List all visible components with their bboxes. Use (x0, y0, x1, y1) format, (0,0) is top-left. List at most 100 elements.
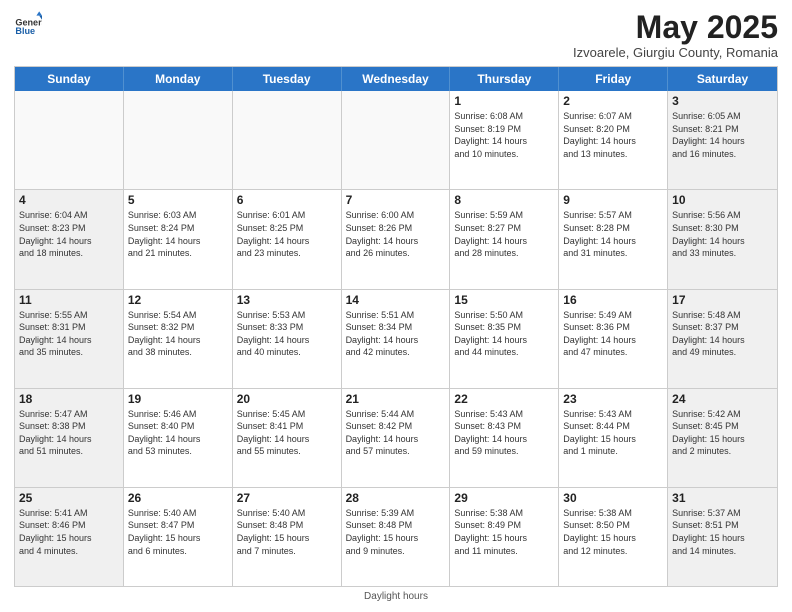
day-info: Sunrise: 5:38 AM Sunset: 8:49 PM Dayligh… (454, 507, 554, 557)
calendar-cell: 17 Sunrise: 5:48 AM Sunset: 8:37 PM Dayli… (668, 290, 777, 388)
footer-note: Daylight hours (14, 591, 778, 602)
day-info: Sunrise: 5:46 AM Sunset: 8:40 PM Dayligh… (128, 408, 228, 458)
day-info: Sunrise: 5:44 AM Sunset: 8:42 PM Dayligh… (346, 408, 446, 458)
day-number: 21 (346, 392, 446, 406)
day-info: Sunrise: 5:47 AM Sunset: 8:38 PM Dayligh… (19, 408, 119, 458)
day-info: Sunrise: 5:43 AM Sunset: 8:43 PM Dayligh… (454, 408, 554, 458)
calendar-cell: 28 Sunrise: 5:39 AM Sunset: 8:48 PM Dayli… (342, 488, 451, 586)
day-number: 28 (346, 491, 446, 505)
day-number: 14 (346, 293, 446, 307)
day-number: 24 (672, 392, 773, 406)
calendar-cell: 7 Sunrise: 6:00 AM Sunset: 8:26 PM Daylig… (342, 190, 451, 288)
day-info: Sunrise: 5:56 AM Sunset: 8:30 PM Dayligh… (672, 209, 773, 259)
calendar-cell: 25 Sunrise: 5:41 AM Sunset: 8:46 PM Dayli… (15, 488, 124, 586)
day-info: Sunrise: 5:53 AM Sunset: 8:33 PM Dayligh… (237, 309, 337, 359)
month-title: May 2025 (573, 10, 778, 45)
header-day-sunday: Sunday (15, 67, 124, 91)
location-subtitle: Izvoarele, Giurgiu County, Romania (573, 45, 778, 60)
header: General Blue May 2025 Izvoarele, Giurgiu… (14, 10, 778, 60)
day-number: 18 (19, 392, 119, 406)
calendar-week-4: 18 Sunrise: 5:47 AM Sunset: 8:38 PM Dayli… (15, 389, 777, 488)
day-info: Sunrise: 5:38 AM Sunset: 8:50 PM Dayligh… (563, 507, 663, 557)
svg-text:Blue: Blue (15, 26, 35, 36)
header-day-saturday: Saturday (668, 67, 777, 91)
calendar-cell: 1Sunrise: 6:08 AM Sunset: 8:19 PM Daylig… (450, 91, 559, 189)
calendar-cell: 15 Sunrise: 5:50 AM Sunset: 8:35 PM Dayli… (450, 290, 559, 388)
header-day-tuesday: Tuesday (233, 67, 342, 91)
day-number: 27 (237, 491, 337, 505)
day-number: 8 (454, 193, 554, 207)
day-info: Sunrise: 5:41 AM Sunset: 8:46 PM Dayligh… (19, 507, 119, 557)
calendar-body: 1Sunrise: 6:08 AM Sunset: 8:19 PM Daylig… (15, 91, 777, 586)
day-info: Sunrise: 6:04 AM Sunset: 8:23 PM Dayligh… (19, 209, 119, 259)
day-info: Sunrise: 5:51 AM Sunset: 8:34 PM Dayligh… (346, 309, 446, 359)
day-info: Sunrise: 5:59 AM Sunset: 8:27 PM Dayligh… (454, 209, 554, 259)
day-info: Sunrise: 5:49 AM Sunset: 8:36 PM Dayligh… (563, 309, 663, 359)
day-info: Sunrise: 5:50 AM Sunset: 8:35 PM Dayligh… (454, 309, 554, 359)
day-number: 5 (128, 193, 228, 207)
calendar-cell: 4 Sunrise: 6:04 AM Sunset: 8:23 PM Daylig… (15, 190, 124, 288)
calendar-cell: 11 Sunrise: 5:55 AM Sunset: 8:31 PM Dayli… (15, 290, 124, 388)
day-info: Sunrise: 5:40 AM Sunset: 8:48 PM Dayligh… (237, 507, 337, 557)
day-number: 4 (19, 193, 119, 207)
daylight-label: Daylight hours (364, 591, 428, 602)
header-day-thursday: Thursday (450, 67, 559, 91)
calendar-cell (15, 91, 124, 189)
day-number: 13 (237, 293, 337, 307)
calendar-week-2: 4 Sunrise: 6:04 AM Sunset: 8:23 PM Daylig… (15, 190, 777, 289)
calendar-cell: 3 Sunrise: 6:05 AM Sunset: 8:21 PM Daylig… (668, 91, 777, 189)
day-number: 9 (563, 193, 663, 207)
day-number: 16 (563, 293, 663, 307)
calendar: SundayMondayTuesdayWednesdayThursdayFrid… (14, 66, 778, 587)
day-info: Sunrise: 6:00 AM Sunset: 8:26 PM Dayligh… (346, 209, 446, 259)
day-info: Sunrise: 5:43 AM Sunset: 8:44 PM Dayligh… (563, 408, 663, 458)
day-number: 30 (563, 491, 663, 505)
day-info: Sunrise: 6:07 AM Sunset: 8:20 PM Dayligh… (563, 110, 663, 160)
day-number: 7 (346, 193, 446, 207)
calendar-cell (233, 91, 342, 189)
day-number: 11 (19, 293, 119, 307)
calendar-week-1: 1Sunrise: 6:08 AM Sunset: 8:19 PM Daylig… (15, 91, 777, 190)
day-number: 17 (672, 293, 773, 307)
day-info: Sunrise: 6:05 AM Sunset: 8:21 PM Dayligh… (672, 110, 773, 160)
day-number: 29 (454, 491, 554, 505)
day-info: Sunrise: 5:55 AM Sunset: 8:31 PM Dayligh… (19, 309, 119, 359)
day-number: 15 (454, 293, 554, 307)
calendar-cell: 19 Sunrise: 5:46 AM Sunset: 8:40 PM Dayli… (124, 389, 233, 487)
calendar-cell: 20Sunrise: 5:45 AM Sunset: 8:41 PM Dayli… (233, 389, 342, 487)
day-info: Sunrise: 5:40 AM Sunset: 8:47 PM Dayligh… (128, 507, 228, 557)
day-number: 25 (19, 491, 119, 505)
calendar-cell: 23 Sunrise: 5:43 AM Sunset: 8:44 PM Dayli… (559, 389, 668, 487)
calendar-cell: 13 Sunrise: 5:53 AM Sunset: 8:33 PM Dayli… (233, 290, 342, 388)
day-number: 22 (454, 392, 554, 406)
calendar-cell (124, 91, 233, 189)
day-number: 23 (563, 392, 663, 406)
calendar-cell: 14 Sunrise: 5:51 AM Sunset: 8:34 PM Dayli… (342, 290, 451, 388)
day-number: 19 (128, 392, 228, 406)
calendar-cell: 21 Sunrise: 5:44 AM Sunset: 8:42 PM Dayli… (342, 389, 451, 487)
calendar-cell: 6Sunrise: 6:01 AM Sunset: 8:25 PM Daylig… (233, 190, 342, 288)
calendar-cell: 31 Sunrise: 5:37 AM Sunset: 8:51 PM Dayli… (668, 488, 777, 586)
logo: General Blue (14, 10, 42, 38)
day-info: Sunrise: 6:08 AM Sunset: 8:19 PM Dayligh… (454, 110, 554, 160)
day-info: Sunrise: 5:37 AM Sunset: 8:51 PM Dayligh… (672, 507, 773, 557)
calendar-cell: 29 Sunrise: 5:38 AM Sunset: 8:49 PM Dayli… (450, 488, 559, 586)
calendar-header: SundayMondayTuesdayWednesdayThursdayFrid… (15, 67, 777, 91)
calendar-cell: 24Sunrise: 5:42 AM Sunset: 8:45 PM Dayli… (668, 389, 777, 487)
logo-icon: General Blue (14, 10, 42, 38)
calendar-cell: 16 Sunrise: 5:49 AM Sunset: 8:36 PM Dayli… (559, 290, 668, 388)
day-info: Sunrise: 5:39 AM Sunset: 8:48 PM Dayligh… (346, 507, 446, 557)
day-number: 20 (237, 392, 337, 406)
calendar-cell: 5Sunrise: 6:03 AM Sunset: 8:24 PM Daylig… (124, 190, 233, 288)
day-info: Sunrise: 5:48 AM Sunset: 8:37 PM Dayligh… (672, 309, 773, 359)
calendar-cell: 18 Sunrise: 5:47 AM Sunset: 8:38 PM Dayli… (15, 389, 124, 487)
day-number: 12 (128, 293, 228, 307)
day-number: 6 (237, 193, 337, 207)
day-number: 3 (672, 94, 773, 108)
header-day-wednesday: Wednesday (342, 67, 451, 91)
day-number: 31 (672, 491, 773, 505)
calendar-cell: 9Sunrise: 5:57 AM Sunset: 8:28 PM Daylig… (559, 190, 668, 288)
calendar-cell: 12Sunrise: 5:54 AM Sunset: 8:32 PM Dayli… (124, 290, 233, 388)
calendar-cell: 27 Sunrise: 5:40 AM Sunset: 8:48 PM Dayli… (233, 488, 342, 586)
title-section: May 2025 Izvoarele, Giurgiu County, Roma… (573, 10, 778, 60)
